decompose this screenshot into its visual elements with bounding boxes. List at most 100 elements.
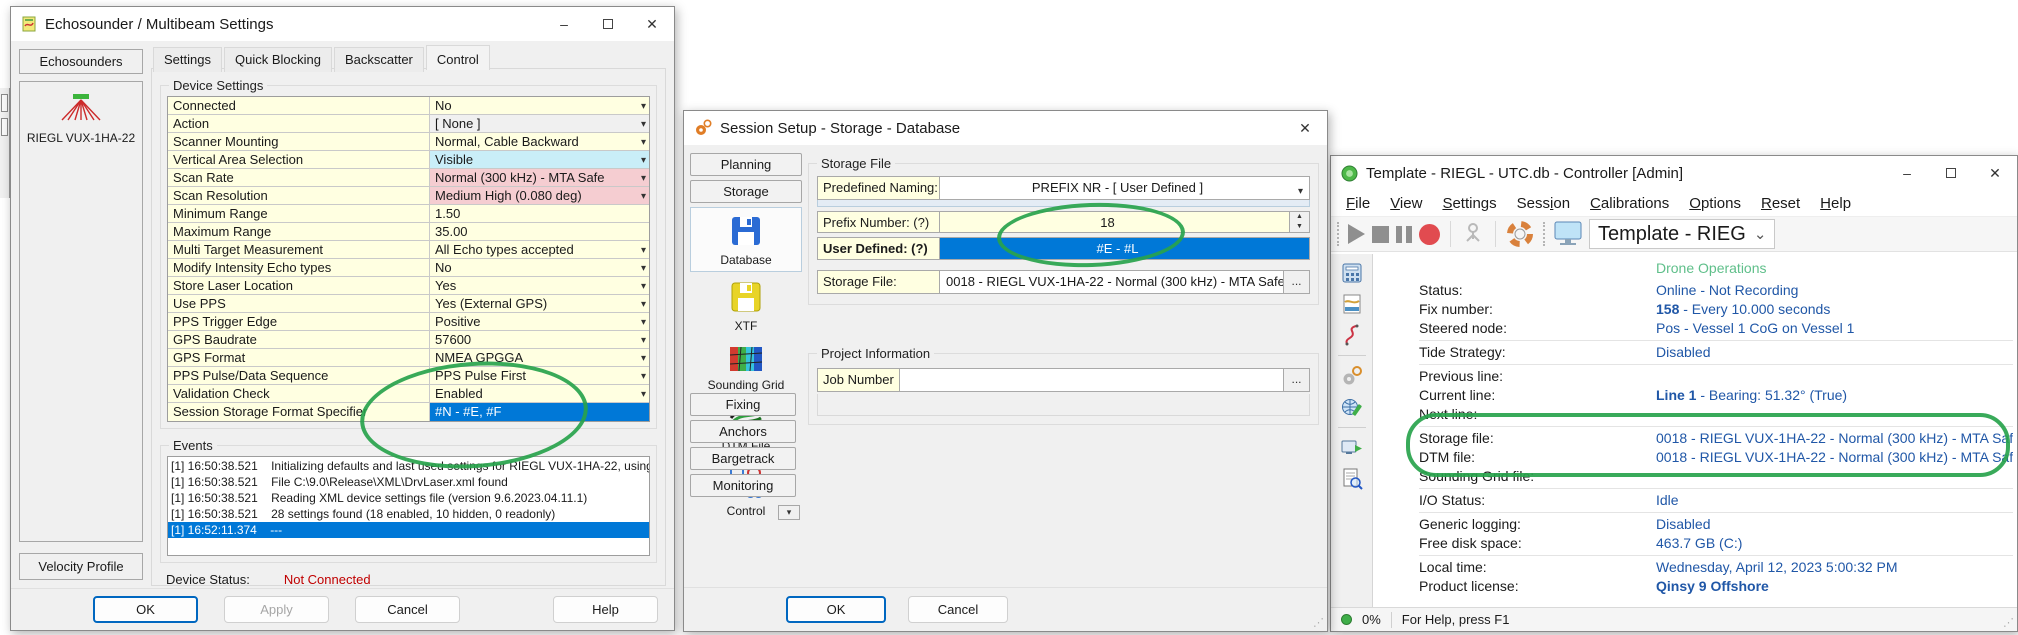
logbook-icon[interactable] xyxy=(1341,468,1363,490)
setting-value[interactable]: Yes ▾ xyxy=(430,277,649,294)
survey-globe-icon[interactable] xyxy=(1341,396,1363,418)
device-name[interactable]: RIEGL VUX-1HA-22 xyxy=(20,131,142,145)
dropdown-arrow-icon[interactable]: ▾ xyxy=(641,116,646,132)
sidebar-item-bargetrack[interactable]: Bargetrack xyxy=(690,447,796,470)
event-line[interactable]: [1] 16:50:38.521 28 settings found (18 e… xyxy=(168,506,649,522)
dropdown-arrow-icon[interactable]: ▾ xyxy=(641,314,646,330)
close-icon[interactable]: ✕ xyxy=(1973,156,2017,190)
apply-button[interactable]: Apply xyxy=(224,596,329,623)
setting-value[interactable]: Yes (External GPS) ▾ xyxy=(430,295,649,312)
events-list[interactable]: [1] 16:50:38.521 Initializing defaults a… xyxy=(167,456,650,556)
tab-control[interactable]: Control xyxy=(425,45,490,70)
dropdown-arrow-icon[interactable]: ▾ xyxy=(641,278,646,294)
close-icon[interactable]: ✕ xyxy=(630,7,674,41)
sidebar-item-monitoring[interactable]: Monitoring xyxy=(690,474,796,497)
toolbar-grip[interactable] xyxy=(1543,222,1545,246)
user-defined-input[interactable]: #E - #L xyxy=(940,238,1309,259)
job-number-input[interactable] xyxy=(900,369,1283,391)
replay-tool-icon[interactable] xyxy=(1461,221,1485,247)
dropdown-arrow-icon[interactable]: ▾ xyxy=(641,242,646,258)
resize-grip-icon[interactable]: ⋰ xyxy=(2003,616,2014,629)
storage-file-value[interactable]: 0018 - RIEGL VUX-1HA-22 - Normal (300 kH… xyxy=(940,271,1283,293)
more-pages-dropdown[interactable]: ▾ xyxy=(778,505,800,520)
dropdown-arrow-icon[interactable]: ▾ xyxy=(641,260,646,276)
menu-reset[interactable]: Reset xyxy=(1752,193,1809,214)
dropdown-arrow-icon[interactable]: ▾ xyxy=(641,188,646,204)
dropdown-arrow-icon[interactable]: ▾ xyxy=(641,350,646,366)
tab-settings[interactable]: Settings xyxy=(153,47,222,72)
sidebar-item-anchors[interactable]: Anchors xyxy=(690,420,796,443)
tab-quick-blocking[interactable]: Quick Blocking xyxy=(223,47,332,72)
echosounder-device-list[interactable]: RIEGL VUX-1HA-22 xyxy=(19,81,143,542)
tab-backscatter[interactable]: Backscatter xyxy=(333,47,424,72)
record-icon[interactable] xyxy=(1419,223,1440,245)
lifering-icon[interactable] xyxy=(1506,220,1534,248)
echosounder-titlebar[interactable]: Echosounder / Multibeam Settings – ✕ xyxy=(11,7,674,41)
setting-value[interactable]: Positive ▾ xyxy=(430,313,649,330)
io-status-icon[interactable] xyxy=(1341,437,1363,459)
sidebar-item-sounding-grid[interactable]: Sounding Grid xyxy=(690,339,802,396)
menu-session[interactable]: Session xyxy=(1508,193,1579,214)
drivers-gears-icon[interactable] xyxy=(1341,365,1363,387)
dropdown-arrow-icon[interactable]: ▾ xyxy=(641,368,646,384)
menu-view[interactable]: View xyxy=(1381,193,1431,214)
sidebar-item-fixing[interactable]: Fixing xyxy=(690,393,796,416)
minimize-icon[interactable]: – xyxy=(542,7,586,41)
remote-display-icon[interactable] xyxy=(1554,221,1582,247)
sound-velocity-icon[interactable] xyxy=(1341,324,1363,346)
job-number-browse-button[interactable]: ... xyxy=(1283,369,1309,391)
chevron-down-icon[interactable]: ⌄ xyxy=(1754,225,1767,243)
cancel-button[interactable]: Cancel xyxy=(908,596,1008,623)
setting-value[interactable]: PPS Pulse First ▾ xyxy=(430,367,649,384)
setting-value[interactable]: Medium High (0.080 deg) ▾ xyxy=(430,187,649,204)
help-button[interactable]: Help xyxy=(553,596,658,623)
play-icon[interactable] xyxy=(1348,224,1365,244)
maximize-icon[interactable] xyxy=(586,7,630,41)
close-icon[interactable]: ✕ xyxy=(1283,111,1327,145)
menu-help[interactable]: Help xyxy=(1811,193,1860,214)
cancel-button[interactable]: Cancel xyxy=(355,596,460,623)
menu-settings[interactable]: Settings xyxy=(1433,193,1505,214)
sidebar-item-storage[interactable]: Storage xyxy=(690,180,802,203)
calculator-icon[interactable] xyxy=(1341,262,1363,284)
dropdown-arrow-icon[interactable]: ▾ xyxy=(641,170,646,186)
setting-value[interactable]: NMEA GPGGA ▾ xyxy=(430,349,649,366)
menu-calibrations[interactable]: Calibrations xyxy=(1581,193,1678,214)
resize-grip-icon[interactable]: ⋰ xyxy=(1313,616,1324,629)
dropdown-arrow-icon[interactable]: ▾ xyxy=(641,98,646,114)
pause-icon[interactable] xyxy=(1396,225,1412,243)
dropdown-arrow-icon[interactable]: ▾ xyxy=(641,332,646,348)
setting-value[interactable]: No ▾ xyxy=(430,97,649,114)
prefix-number-input[interactable]: 18 xyxy=(940,212,1289,232)
setting-value[interactable]: Normal, Cable Backward ▾ xyxy=(430,133,649,150)
stop-icon[interactable] xyxy=(1372,225,1389,243)
echosounders-header[interactable]: Echosounders xyxy=(19,49,143,74)
setting-value[interactable]: 1.50 xyxy=(430,205,649,222)
sidebar-item-xtf[interactable]: XTF xyxy=(690,274,802,337)
ok-button[interactable]: OK xyxy=(786,596,886,623)
event-line[interactable]: [1] 16:50:38.521 Initializing defaults a… xyxy=(168,458,649,474)
template-combo[interactable]: Template - RIEG ⌄ xyxy=(1589,219,1776,249)
setting-value[interactable]: 35.00 xyxy=(430,223,649,240)
setting-value[interactable]: 57600 ▾ xyxy=(430,331,649,348)
dropdown-arrow-icon[interactable]: ▾ xyxy=(1298,181,1303,199)
setting-value-selected[interactable]: #N - #E, #F xyxy=(430,403,649,421)
spinner-up-icon[interactable]: ▲ xyxy=(1290,212,1309,222)
prefix-number-spinner[interactable]: ▲ ▼ xyxy=(1289,212,1309,232)
dropdown-arrow-icon[interactable]: ▾ xyxy=(641,134,646,150)
dropdown-arrow-icon[interactable]: ▾ xyxy=(641,152,646,168)
setting-value[interactable]: No ▾ xyxy=(430,259,649,276)
ok-button[interactable]: OK xyxy=(93,596,198,623)
event-line[interactable]: [1] 16:50:38.521 Reading XML device sett… xyxy=(168,490,649,506)
controller-titlebar[interactable]: Template - RIEGL - UTC.db - Controller [… xyxy=(1331,156,2017,190)
sidebar-item-database[interactable]: Database xyxy=(690,207,802,272)
session-titlebar[interactable]: Session Setup - Storage - Database ✕ xyxy=(684,111,1327,145)
minimize-icon[interactable]: – xyxy=(1885,156,1929,190)
maximize-icon[interactable] xyxy=(1929,156,1973,190)
storage-file-browse-button[interactable]: ... xyxy=(1283,271,1309,293)
dropdown-arrow-icon[interactable]: ▾ xyxy=(641,386,646,402)
setting-value[interactable]: All Echo types accepted ▾ xyxy=(430,241,649,258)
echogram-icon[interactable] xyxy=(1341,293,1363,315)
dropdown-arrow-icon[interactable]: ▾ xyxy=(641,296,646,312)
setting-value[interactable]: Enabled ▾ xyxy=(430,385,649,402)
